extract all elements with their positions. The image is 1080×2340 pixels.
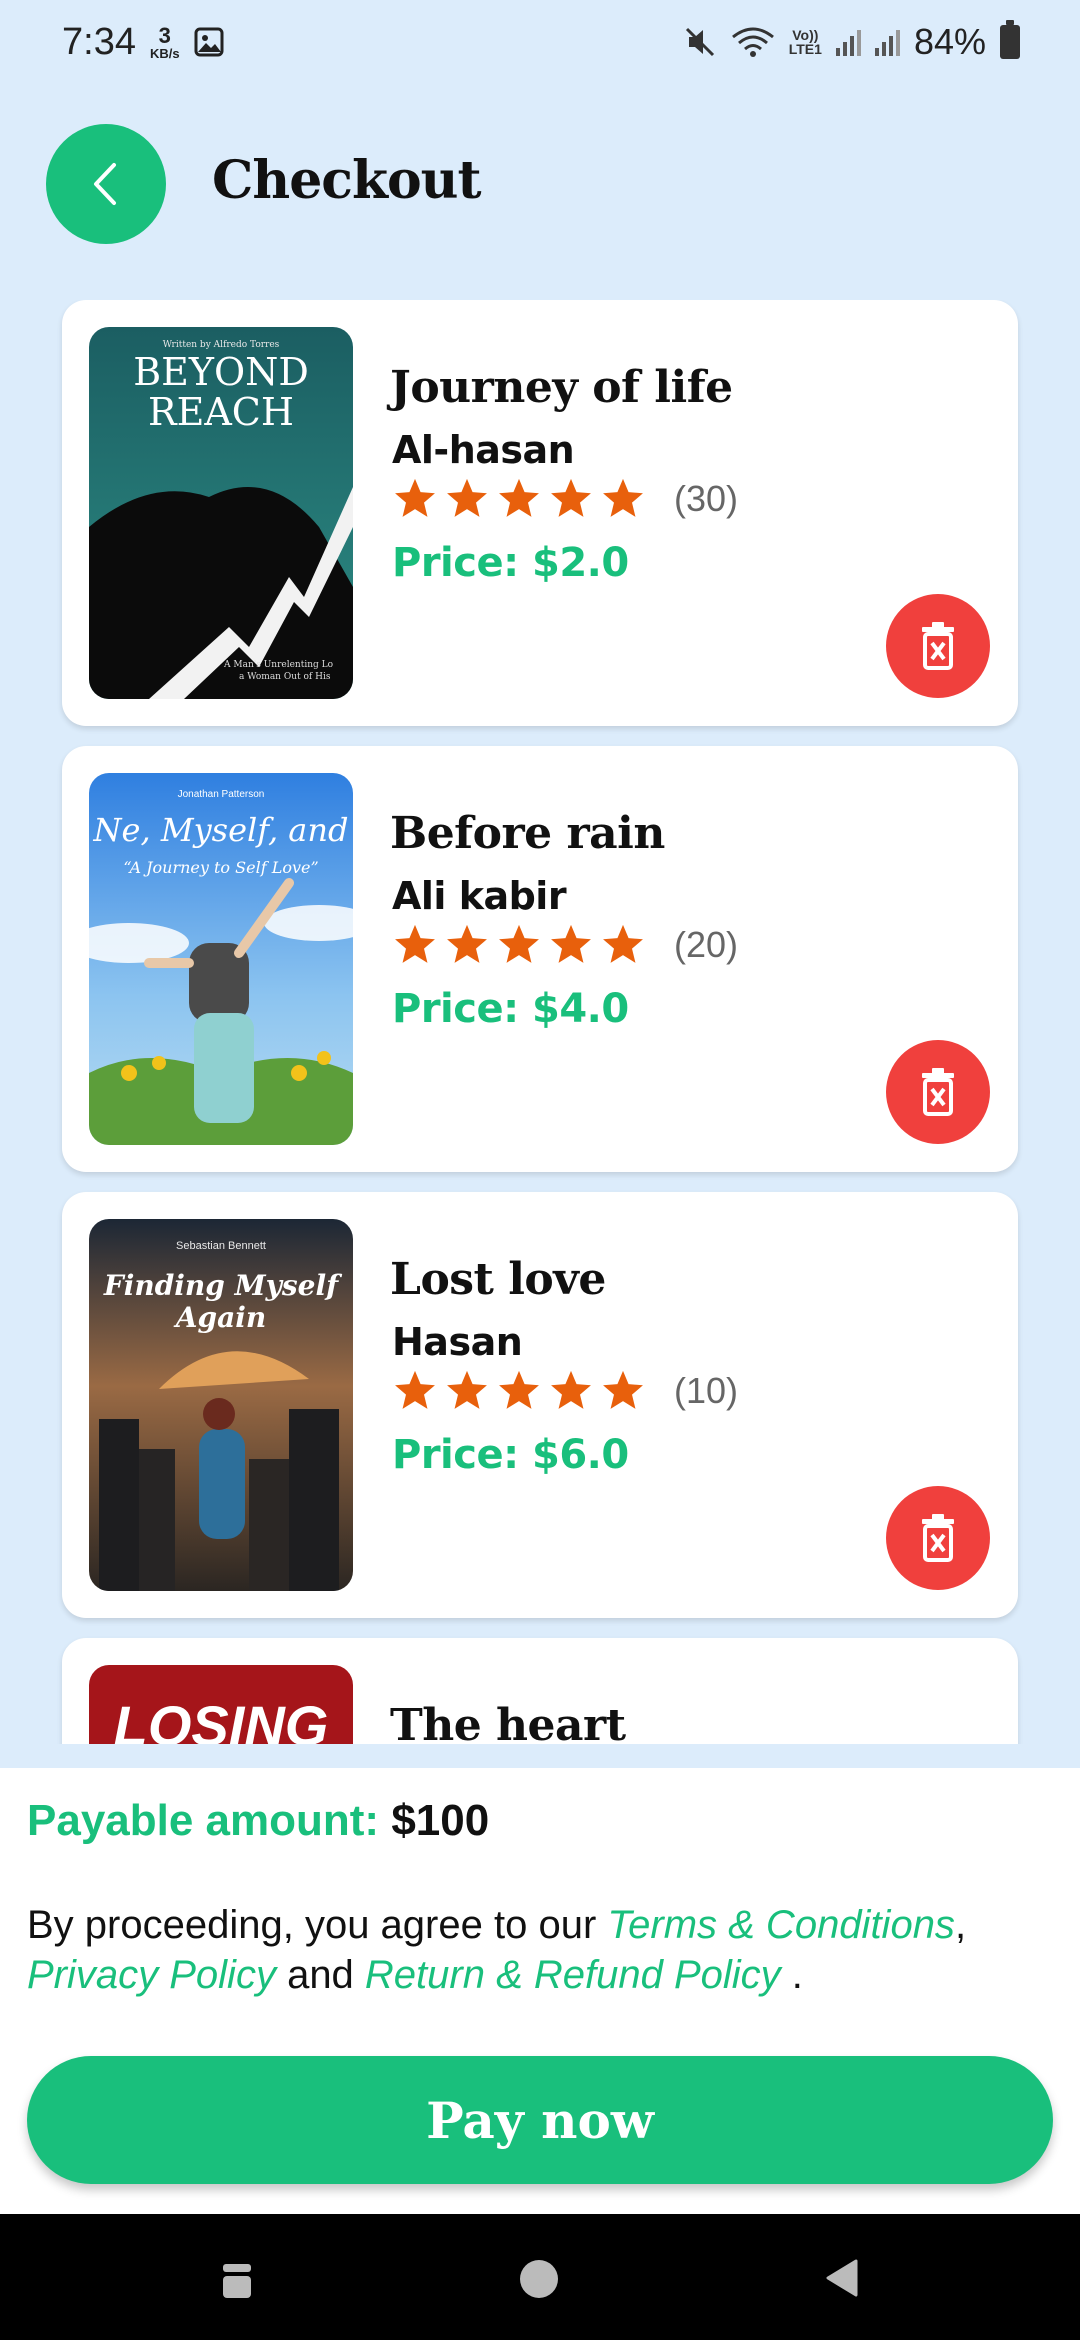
checkout-summary: Payable amount: $100 By proceeding, you … [0, 1768, 1080, 2214]
star-icon [551, 1370, 591, 1409]
star-icon [395, 478, 435, 517]
refund-link[interactable]: Return & Refund Policy [365, 1953, 781, 1997]
book-author: Ali kabir [392, 874, 567, 918]
status-right: Vo)) LTE1 84% [683, 20, 1020, 63]
book-title[interactable]: Lost love [390, 1254, 606, 1305]
star-icon [551, 478, 591, 517]
cover-title-line1: Ne, Myself, and [93, 811, 349, 849]
signal-icon [835, 28, 861, 56]
terms-link[interactable]: Terms & Conditions [607, 1903, 955, 1947]
pay-now-button[interactable]: Pay now [27, 2056, 1053, 2184]
rating-stars [392, 476, 646, 522]
rating-stars [392, 922, 646, 968]
star-icon [395, 924, 435, 963]
book-title[interactable]: Journey of life [390, 362, 733, 413]
cover-title-line1: Finding Myself [103, 1269, 343, 1302]
battery-icon [1000, 20, 1020, 59]
back-triangle-icon[interactable] [824, 2258, 860, 2298]
book-price: Price: $2.0 [392, 540, 629, 586]
system-nav-bar [0, 2214, 1080, 2340]
payable-amount: Payable amount: $100 [27, 1796, 489, 1846]
book-cover[interactable]: Written by Alfredo Torres BEYOND REACH A… [89, 327, 353, 699]
star-icon [447, 478, 487, 517]
book-author: Hasan [392, 1320, 523, 1364]
privacy-link[interactable]: Privacy Policy [27, 1953, 276, 1997]
lte-bottom: LTE1 [788, 41, 822, 57]
cover-title-line1: LOSING [114, 1694, 329, 1744]
back-button[interactable] [46, 124, 166, 244]
recent-apps-icon[interactable] [220, 2262, 254, 2300]
rating: (10) [392, 1368, 738, 1414]
lte-indicator: Vo)) LTE1 [789, 28, 822, 56]
network-speed-value: 3 [158, 22, 171, 48]
book-cover[interactable]: Jonathan Patterson Ne, Myself, and “A Jo… [89, 773, 353, 1145]
book-cover[interactable]: LOSING [89, 1665, 353, 1744]
rating-count: (10) [674, 1370, 739, 1411]
terms-comma: , [954, 1903, 967, 1947]
cover-title-line1: BEYOND [133, 350, 309, 394]
battery-percent: 84% [913, 21, 986, 62]
star-icon [499, 924, 539, 963]
chevron-left-icon [94, 163, 116, 205]
rating-stars [392, 1368, 646, 1414]
cover-top-text: Sebastian Bennett [176, 1240, 266, 1252]
rating: (20) [392, 922, 738, 968]
mute-icon [685, 27, 714, 57]
book-price: Price: $6.0 [392, 1432, 629, 1478]
book-card[interactable]: Written by Alfredo Torres BEYOND REACH A… [62, 300, 1018, 726]
book-cover[interactable]: Sebastian Bennett Finding Myself Again [89, 1219, 353, 1591]
star-icon [447, 924, 487, 963]
book-list[interactable]: Written by Alfredo Torres BEYOND REACH A… [0, 300, 1080, 1744]
book-title[interactable]: The heart [390, 1700, 626, 1744]
trash-icon [922, 1514, 954, 1562]
signal-icon-2 [874, 28, 900, 56]
star-icon [499, 1370, 539, 1409]
trash-icon [922, 622, 954, 670]
home-icon[interactable] [520, 2260, 558, 2298]
star-icon [447, 1370, 487, 1409]
book-card[interactable]: Sebastian Bennett Finding Myself Again L… [62, 1192, 1018, 1618]
status-left: 7:34 3 KB/s [62, 21, 224, 64]
delete-button[interactable] [886, 594, 990, 698]
star-icon [603, 1370, 643, 1409]
and-text: and [275, 1953, 365, 1997]
page-title: Checkout [212, 150, 481, 211]
status-bar: 7:34 3 KB/s Vo)) LTE1 84% [0, 0, 1080, 84]
network-speed-unit: KB/s [149, 45, 180, 61]
cover-top-text: Jonathan Patterson [178, 789, 265, 800]
delete-button[interactable] [886, 1040, 990, 1144]
cover-top-text: Written by Alfredo Torres [163, 340, 280, 350]
cover-bottom-text1: A Man's Unrelenting Lo [223, 660, 333, 670]
star-icon [395, 1370, 435, 1409]
book-card[interactable]: LOSING The heart [62, 1638, 1018, 1744]
star-icon [603, 924, 643, 963]
payable-label: Payable amount: [27, 1796, 380, 1845]
terms-notice: By proceeding, you agree to our Terms & … [27, 1900, 1057, 2000]
trash-icon [922, 1068, 954, 1116]
status-time: 7:34 [62, 20, 136, 63]
rating-count: (20) [674, 924, 739, 965]
book-author: Al-hasan [392, 428, 575, 472]
gallery-icon [194, 27, 224, 57]
cover-title-line2: Again [173, 1301, 266, 1334]
cover-bottom-text2: a Woman Out of His [239, 672, 331, 682]
rating: (30) [392, 476, 738, 522]
rating-count: (30) [674, 478, 739, 519]
star-icon [551, 924, 591, 963]
payable-value: $100 [391, 1796, 490, 1845]
star-icon [603, 478, 643, 517]
delete-button[interactable] [886, 1486, 990, 1590]
network-speed: 3 KB/s [149, 22, 180, 61]
cover-title-line2: REACH [148, 390, 294, 434]
terms-prefix: By proceeding, you agree to our [27, 1903, 608, 1947]
terms-period: . [780, 1953, 803, 1997]
book-title[interactable]: Before rain [390, 808, 665, 859]
wifi-icon [731, 27, 774, 57]
cover-title-line2: “A Journey to Self Love” [123, 858, 318, 877]
book-card[interactable]: Jonathan Patterson Ne, Myself, and “A Jo… [62, 746, 1018, 1172]
star-icon [499, 478, 539, 517]
book-price: Price: $4.0 [392, 986, 629, 1032]
